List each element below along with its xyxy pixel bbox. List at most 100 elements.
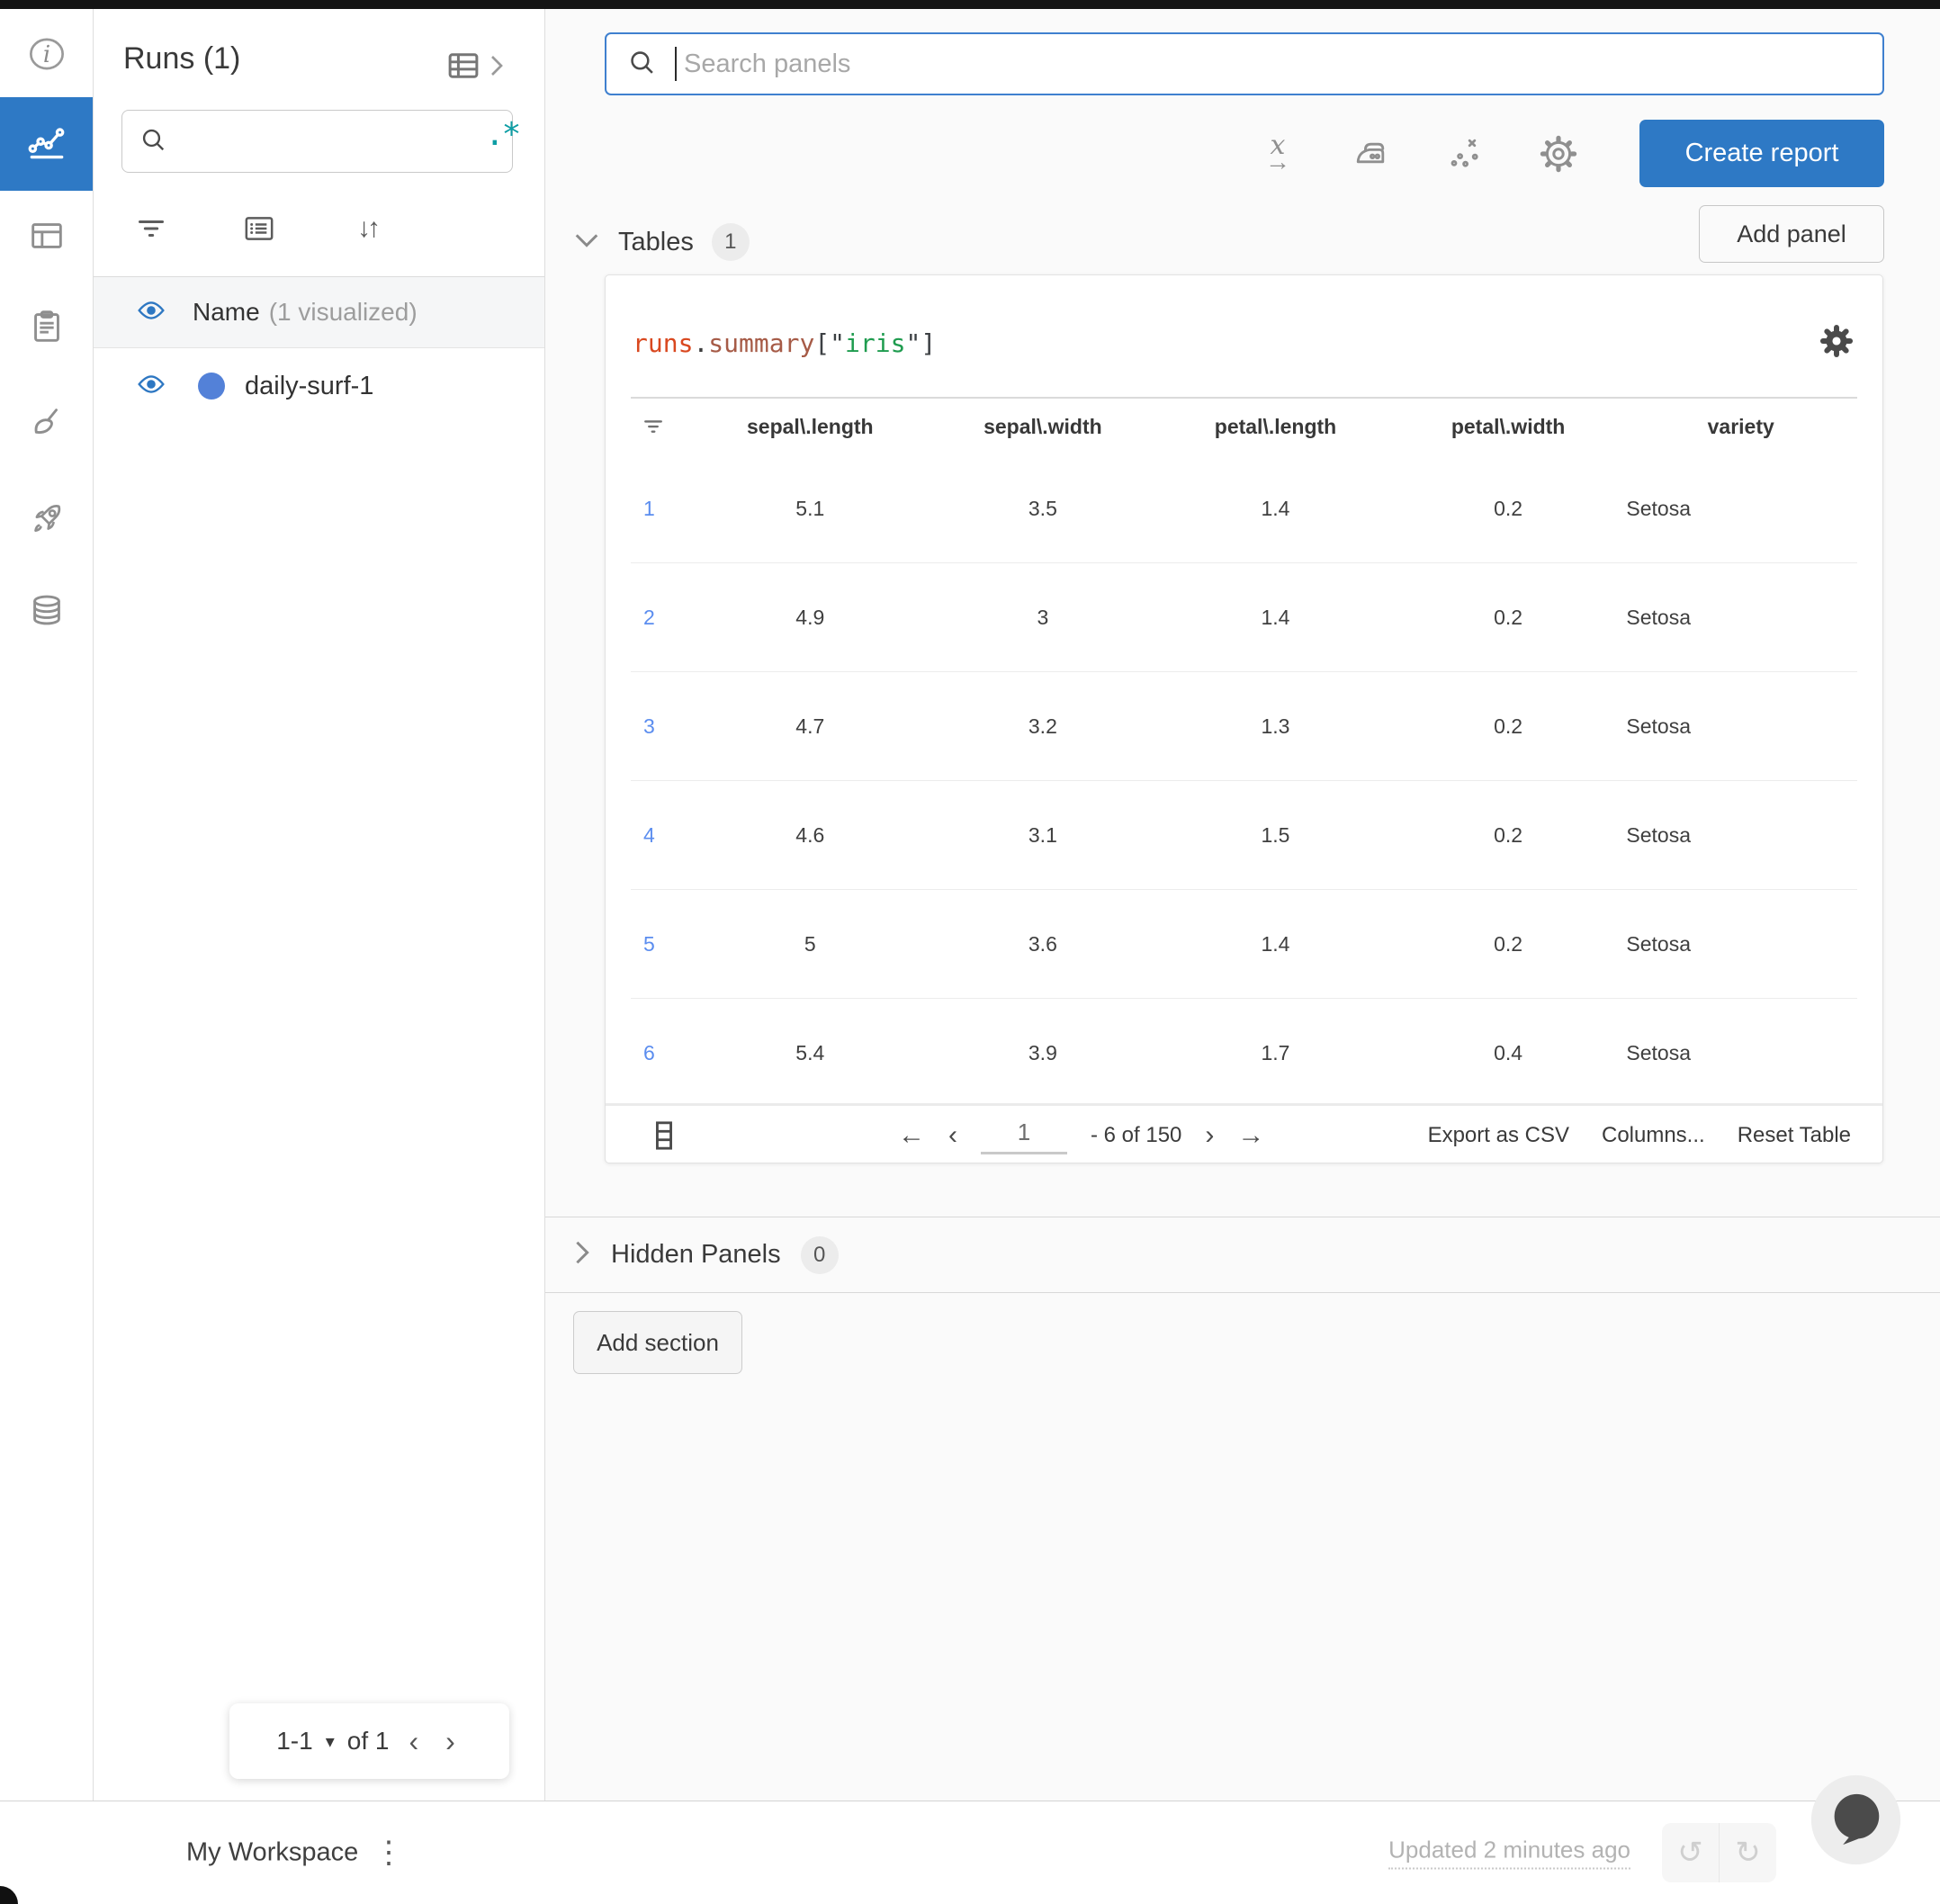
next-page-icon[interactable]: › [1205,1120,1214,1151]
chat-support-button[interactable] [1809,1773,1903,1867]
nav-panels-button[interactable] [0,191,93,281]
table-cell: 4.7 [795,714,825,738]
table-cell: 0.2 [1494,822,1523,847]
table-cell: Setosa [1626,605,1691,629]
row-index-link[interactable]: 3 [631,714,694,739]
runs-controls: ↓↑ [130,209,389,248]
search-icon [624,45,659,84]
nav-notes-button[interactable] [0,282,93,372]
table-cell: 1.7 [1261,1040,1290,1064]
runs-name-header-row[interactable]: Name (1 visualized) [94,276,544,348]
table-cell: Setosa [1626,714,1691,738]
add-section-button[interactable]: Add section [573,1311,742,1374]
kebab-menu-icon[interactable]: ⋮ [373,1835,404,1871]
table-cell: 3.2 [1028,714,1057,738]
chevron-down-icon[interactable] [573,230,600,255]
redo-icon[interactable]: ↻ [1720,1823,1776,1882]
filter-icon[interactable] [130,209,173,248]
table-cell: Setosa [1626,1040,1691,1064]
runs-title: Runs (1) [123,41,241,76]
table-cell: 3.9 [1028,1040,1057,1064]
add-panel-button[interactable]: Add panel [1699,205,1884,263]
nav-launch-button[interactable] [0,474,93,564]
eye-icon[interactable] [133,296,169,329]
table-cell: 4.9 [795,605,825,629]
table-footer: ← ‹ - 6 of 150 › → Export as CSV Columns… [606,1103,1882,1165]
row-index-link[interactable]: 4 [631,823,694,848]
first-page-icon[interactable]: ← [898,1120,925,1151]
outliers-icon[interactable] [1442,127,1488,181]
table-row: 5 5 3.6 1.4 0.2 Setosa [631,890,1857,999]
rocket-icon [26,498,67,540]
search-icon [137,123,169,160]
column-header[interactable]: petal\.length [1159,415,1392,439]
undo-redo-group: ↺ ↻ [1662,1823,1776,1882]
table-cell: 4.6 [795,822,825,847]
group-list-icon[interactable] [238,209,281,248]
table-cell: Setosa [1626,822,1691,847]
nav-artifacts-button[interactable] [0,565,93,655]
expand-runs-table-button[interactable] [444,47,505,89]
table-panel: runs.summary["iris"] sepal\.length sepal… [605,274,1883,1163]
nav-charts-button[interactable] [0,97,93,191]
table-footer-actions: Export as CSV Columns... Reset Table [1428,1106,1851,1165]
export-csv-button[interactable]: Export as CSV [1428,1123,1569,1148]
workspace-main: x → [545,9,1940,1801]
undo-icon[interactable]: ↺ [1662,1823,1720,1882]
table-cell: 3 [1037,605,1049,629]
search-panels-input[interactable] [682,48,1864,80]
row-index-link[interactable]: 1 [631,497,694,521]
chevron-right-icon [489,52,505,84]
x-axis-settings-icon[interactable]: x → [1254,127,1301,181]
hidden-panels-section[interactable]: Hidden Panels 0 [545,1217,1940,1293]
runs-table-icon [444,47,483,89]
page-range-label: - 6 of 150 [1091,1123,1182,1147]
last-page-icon[interactable]: → [1237,1120,1264,1151]
columns-button[interactable]: Columns... [1602,1123,1705,1148]
column-header[interactable]: variety [1624,415,1857,439]
table-cell: 1.5 [1261,822,1290,847]
table-cell: 0.2 [1494,496,1523,520]
page-range[interactable]: 1-1 [276,1727,312,1756]
column-header[interactable]: sepal\.width [927,415,1160,439]
table-row: 2 4.9 3 1.4 0.2 Setosa [631,563,1857,672]
row-index-link[interactable]: 2 [631,606,694,630]
sort-icon[interactable]: ↓↑ [346,209,389,248]
table-cell: 1.3 [1261,714,1290,738]
settings-gear-icon[interactable] [1535,127,1582,181]
next-page-icon[interactable]: › [438,1725,463,1758]
runs-search-input[interactable] [180,126,485,157]
table-filter-icon[interactable] [631,413,694,440]
smoothing-iron-icon[interactable] [1348,127,1395,181]
eye-icon[interactable] [133,370,169,403]
table-cell: Setosa [1626,496,1691,520]
table-cell: 0.2 [1494,714,1523,738]
nav-sweeps-button[interactable] [0,378,93,468]
nav-overview-button[interactable]: i [0,9,93,99]
create-report-button[interactable]: Create report [1639,120,1884,187]
database-icon [26,589,67,631]
row-index-link[interactable]: 5 [631,932,694,956]
column-header[interactable]: petal\.width [1392,415,1625,439]
tables-count-badge: 1 [711,223,750,261]
page-number-input[interactable] [981,1117,1067,1154]
tables-section-label: Tables [618,227,694,256]
row-index-link[interactable]: 6 [631,1041,694,1065]
panel-expression: runs.summary["iris"] [633,328,937,358]
clipboard-icon [26,306,67,347]
regex-toggle-icon[interactable]: .* [485,119,521,157]
caret-down-icon[interactable]: ▾ [326,1730,335,1753]
column-header[interactable]: sepal\.length [694,415,927,439]
prev-page-icon[interactable]: ‹ [948,1120,957,1151]
prev-page-icon[interactable]: ‹ [401,1725,426,1758]
column-view-icon[interactable] [652,1120,676,1155]
reset-table-button[interactable]: Reset Table [1738,1123,1851,1148]
table-cell: 3.1 [1028,822,1057,847]
runs-pagination: 1-1 ▾ of 1 ‹ › [229,1703,509,1779]
chevron-right-icon[interactable] [573,1239,591,1271]
panel-settings-gear-icon[interactable] [1818,322,1855,364]
table-cell: 5.1 [795,496,825,520]
updated-timestamp: Updated 2 minutes ago [1388,1837,1630,1870]
run-row[interactable]: daily-surf-1 [94,349,544,423]
run-name: daily-surf-1 [245,371,374,400]
